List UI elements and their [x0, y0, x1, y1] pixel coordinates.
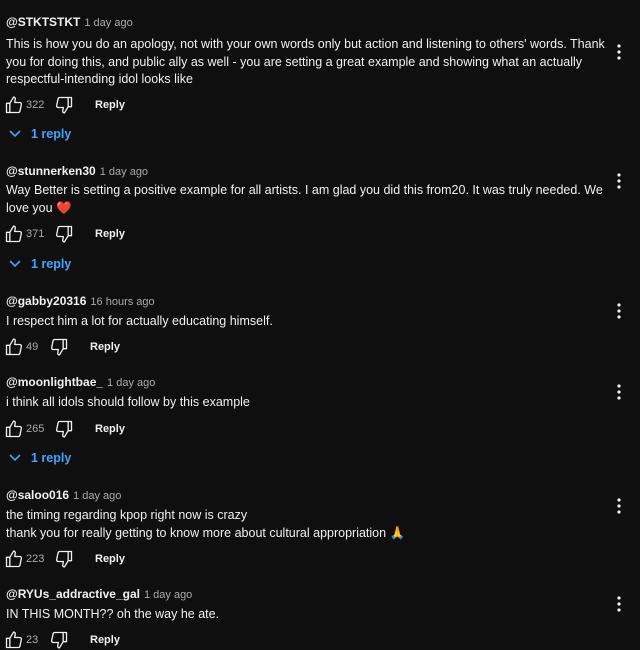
more-vertical-icon: [617, 384, 621, 400]
thumbs-down-icon: [50, 631, 68, 649]
thumbs-down-icon: [50, 338, 68, 356]
comment-text: i think all idols should follow by this …: [6, 395, 250, 409]
comment-actions: 49 Reply: [4, 337, 204, 357]
like-button[interactable]: [4, 337, 24, 357]
thumbs-down-icon: [55, 96, 73, 114]
comment-text-line: thank you for really getting to know mor…: [6, 525, 406, 540]
like-count: 23: [26, 634, 39, 646]
more-vertical-icon: [617, 44, 621, 60]
comment-header: @gabby20316 16 hours ago: [6, 293, 155, 309]
like-count: 265: [26, 423, 45, 435]
thumbs-up-icon: [5, 420, 23, 438]
more-vertical-icon: [617, 596, 621, 612]
comment-actions: 223 Reply: [4, 549, 204, 569]
comment-header: @RYUs_addractive_gal 1 day ago: [6, 586, 192, 602]
thumbs-down-icon: [55, 550, 73, 568]
like-count: 371: [26, 228, 45, 240]
comment-actions: 23 Reply: [4, 630, 204, 650]
comment-text: the timing regarding kpop right now is c…: [6, 507, 606, 542]
like-count: 49: [26, 341, 39, 353]
more-vertical-icon: [617, 173, 621, 189]
thumbs-up-icon: [5, 96, 23, 114]
chevron-down-icon: [9, 260, 21, 268]
comment-text: This is how you do an apology, not with …: [6, 37, 605, 86]
like-button[interactable]: [4, 224, 24, 244]
thumbs-down-icon: [55, 225, 73, 243]
dislike-button[interactable]: [54, 224, 74, 244]
comment-header: @saloo016 1 day ago: [6, 487, 121, 503]
comment-menu-button[interactable]: [611, 594, 627, 614]
chevron-down-icon: [9, 130, 21, 138]
reply-button[interactable]: Reply: [90, 340, 120, 354]
replies-count: 1 reply: [31, 127, 72, 141]
comment-timestamp[interactable]: 1 day ago: [144, 589, 192, 601]
reply-button[interactable]: Reply: [95, 227, 125, 241]
more-vertical-icon: [617, 303, 621, 319]
like-count: 322: [26, 99, 45, 111]
like-button[interactable]: [4, 419, 24, 439]
dislike-button[interactable]: [49, 337, 69, 357]
comment-menu-button[interactable]: [611, 42, 627, 62]
comment-timestamp[interactable]: 1 day ago: [107, 377, 155, 389]
thumbs-up-icon: [5, 338, 23, 356]
dislike-button[interactable]: [54, 549, 74, 569]
comment-text: I respect him a lot for actually educati…: [6, 314, 273, 328]
comment-menu-button[interactable]: [611, 496, 627, 516]
comment-timestamp[interactable]: 1 day ago: [100, 166, 148, 178]
reply-button[interactable]: Reply: [95, 552, 125, 566]
comment-menu-button[interactable]: [611, 171, 627, 191]
comment-menu-button[interactable]: [611, 382, 627, 402]
comment-actions: 371 Reply: [4, 224, 204, 244]
thumbs-up-icon: [5, 631, 23, 649]
comment-author[interactable]: @moonlightbae_: [6, 375, 103, 389]
like-count: 223: [26, 553, 45, 565]
thumbs-up-icon: [5, 225, 23, 243]
like-button[interactable]: [4, 630, 24, 650]
dislike-button[interactable]: [54, 95, 74, 115]
thumbs-down-icon: [55, 420, 73, 438]
replies-count: 1 reply: [31, 257, 72, 271]
comment-header: @stunnerken30 1 day ago: [6, 163, 148, 179]
comment-timestamp[interactable]: 1 day ago: [73, 490, 121, 502]
comment-timestamp[interactable]: 1 day ago: [84, 17, 132, 29]
more-vertical-icon: [617, 498, 621, 514]
comment-author[interactable]: @gabby20316: [6, 294, 86, 308]
comment-author[interactable]: @STKTSTKT: [6, 15, 80, 29]
reply-button[interactable]: Reply: [95, 98, 125, 112]
comment-author[interactable]: @stunnerken30: [6, 164, 96, 178]
comment-header: @STKTSTKT 1 day ago: [6, 14, 133, 30]
comment-text-line: the timing regarding kpop right now is c…: [6, 508, 248, 522]
reply-button[interactable]: Reply: [95, 422, 125, 436]
chevron-down-icon: [9, 454, 21, 462]
comment-author[interactable]: @RYUs_addractive_gal: [6, 587, 140, 601]
like-button[interactable]: [4, 95, 24, 115]
comment-menu-button[interactable]: [611, 301, 627, 321]
dislike-button[interactable]: [54, 419, 74, 439]
thumbs-up-icon: [5, 550, 23, 568]
reply-button[interactable]: Reply: [90, 633, 120, 647]
like-button[interactable]: [4, 549, 24, 569]
comment-actions: 265 Reply: [4, 419, 204, 439]
comment-header: @moonlightbae_ 1 day ago: [6, 374, 155, 390]
comment-actions: 322 Reply: [4, 95, 204, 115]
dislike-button[interactable]: [49, 630, 69, 650]
comment-text: Way Better is setting a positive example…: [6, 183, 603, 215]
comment-text: IN THIS MONTH?? oh the way he ate.: [6, 607, 220, 621]
comment-author[interactable]: @saloo016: [6, 488, 69, 502]
comment-timestamp[interactable]: 16 hours ago: [90, 296, 154, 308]
replies-count: 1 reply: [31, 451, 72, 465]
